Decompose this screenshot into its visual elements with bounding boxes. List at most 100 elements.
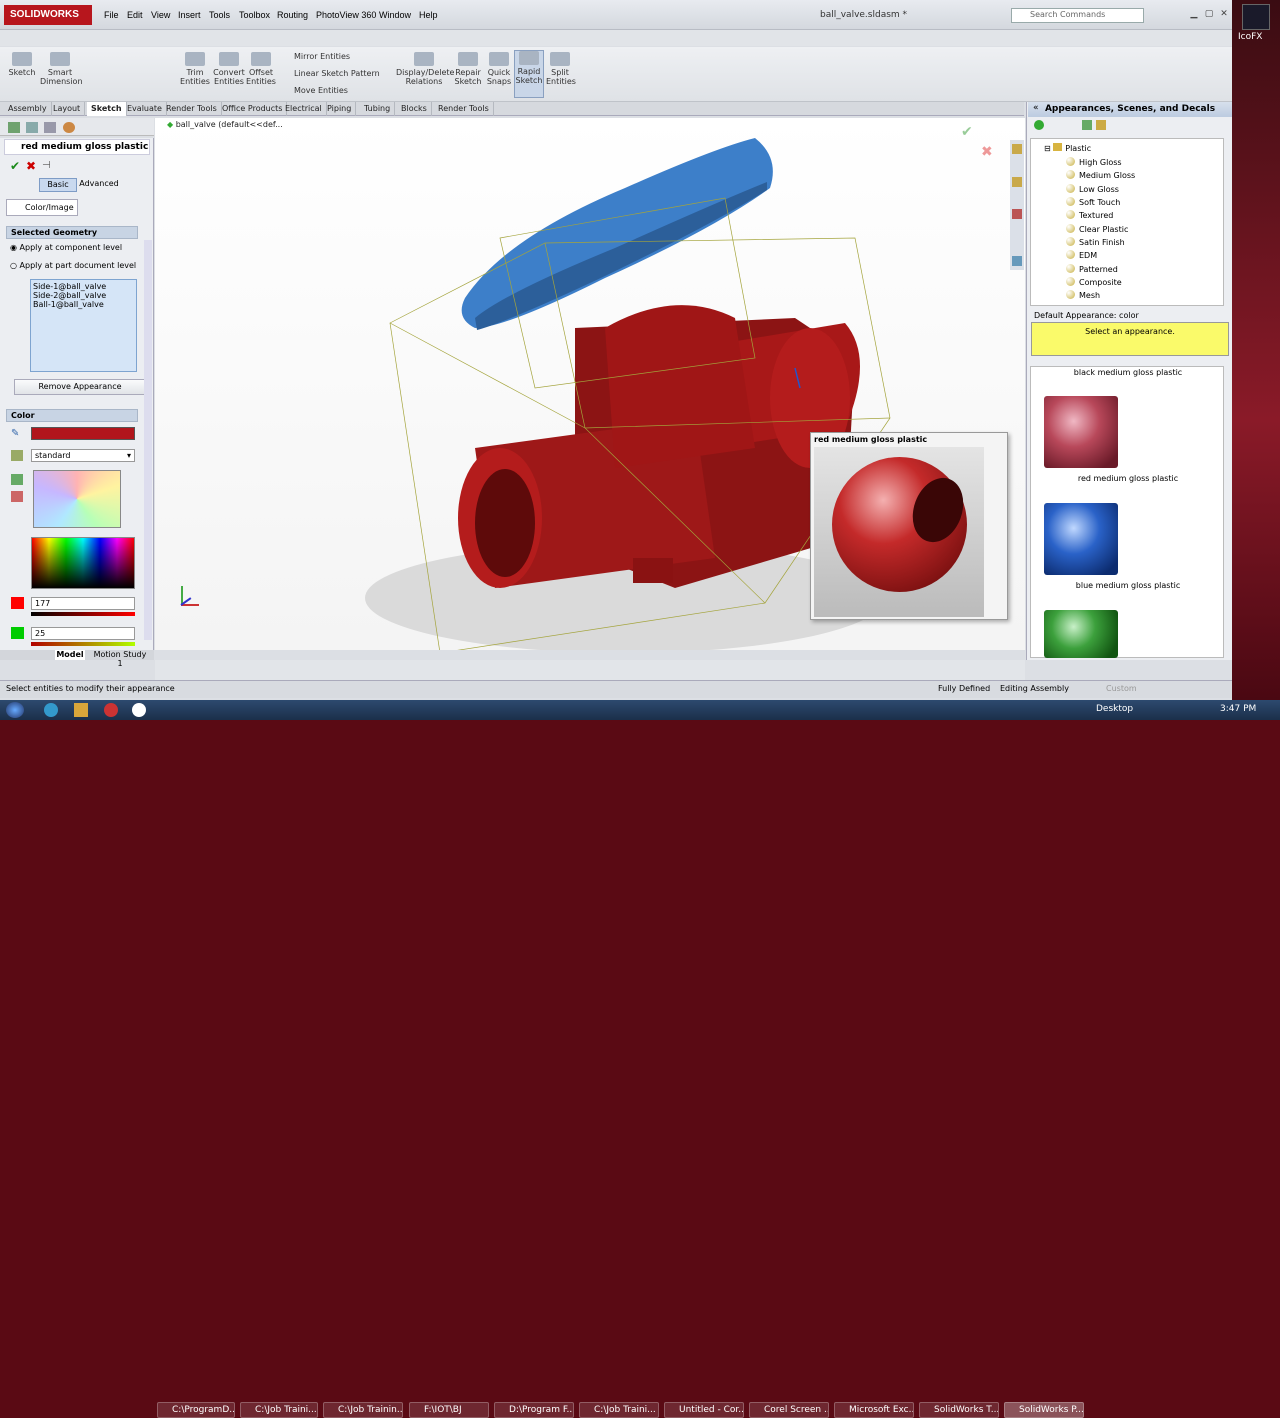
swatch-blue-medium-gloss[interactable] xyxy=(1044,503,1118,575)
add-folder-icon[interactable] xyxy=(1096,120,1106,130)
red-slider[interactable] xyxy=(31,612,135,616)
tab-motion-study[interactable]: Motion Study 1 xyxy=(90,650,150,668)
refresh-icon[interactable] xyxy=(1034,120,1044,130)
color-swatch[interactable] xyxy=(31,427,135,440)
remove-appearance-button[interactable]: Remove Appearance xyxy=(14,379,146,395)
swatch-green-medium-gloss[interactable] xyxy=(1044,610,1118,658)
menu-photoview[interactable]: PhotoView 360 xyxy=(316,10,376,20)
green-value-field[interactable]: 25 xyxy=(31,627,135,640)
tree-item-soft-touch[interactable]: Soft Touch xyxy=(1066,197,1120,210)
tab-render-tools[interactable]: Render Tools xyxy=(162,102,222,116)
configuration-icon[interactable] xyxy=(44,122,56,133)
list-item[interactable]: Ball-1@ball_valve xyxy=(33,300,134,309)
tab-model[interactable]: Model xyxy=(55,650,85,660)
color-spectrum[interactable] xyxy=(31,537,135,589)
taskbar-item[interactable]: F:\IOT\BJ xyxy=(409,1402,489,1418)
chrome-icon[interactable] xyxy=(132,703,146,717)
home-icon[interactable] xyxy=(1012,144,1022,154)
taskbar-item[interactable]: Microsoft Exc... xyxy=(834,1402,914,1418)
taskbar-item[interactable]: C:\Job Traini... xyxy=(579,1402,659,1418)
property-manager-icon[interactable] xyxy=(26,122,38,133)
tab-electrical[interactable]: Electrical xyxy=(281,102,327,116)
tree-item-low-gloss[interactable]: Low Gloss xyxy=(1066,184,1119,197)
split-entities-button[interactable]: Split Entities xyxy=(546,52,576,86)
maximize-icon[interactable]: ▢ xyxy=(1203,9,1215,19)
color-image-tab[interactable]: Color/Image xyxy=(6,199,78,216)
tree-item-composite[interactable]: Composite xyxy=(1066,277,1122,290)
panel-scrollbar[interactable] xyxy=(144,240,152,640)
smart-dimension-button[interactable]: Smart Dimension xyxy=(40,52,83,86)
tree-item-mesh[interactable]: Mesh xyxy=(1066,290,1100,303)
basic-tab[interactable]: Basic xyxy=(39,178,77,192)
eyedropper-icon[interactable]: ✎ xyxy=(11,428,19,439)
feature-tree-icon[interactable] xyxy=(8,122,20,133)
pin-icon[interactable]: ⊣ xyxy=(42,160,51,171)
units-dropdown[interactable]: Custom xyxy=(1106,684,1137,693)
color-palette-grid[interactable] xyxy=(33,470,121,528)
advanced-tab[interactable]: Advanced xyxy=(78,178,120,192)
tab-piping[interactable]: Piping xyxy=(323,102,357,116)
menu-view[interactable]: View xyxy=(151,10,170,20)
color-mode-icon[interactable] xyxy=(11,450,23,461)
offset-entities-button[interactable]: Offset Entities xyxy=(246,52,276,86)
search-input[interactable]: Search Commands xyxy=(1011,8,1144,23)
linear-pattern-button[interactable]: Linear Sketch Pattern xyxy=(280,69,380,78)
color-header[interactable]: Color xyxy=(6,409,138,422)
ie-icon[interactable] xyxy=(44,703,58,717)
taskbar-item[interactable]: D:\Program F... xyxy=(494,1402,574,1418)
tree-item-patterned[interactable]: Patterned xyxy=(1066,264,1118,277)
apply-part-radio[interactable]: ○ Apply at part document level xyxy=(10,261,136,270)
tree-item-high-gloss[interactable]: High Gloss xyxy=(1066,157,1122,170)
media-player-icon[interactable] xyxy=(104,703,118,717)
cancel-icon[interactable]: ✖ xyxy=(26,159,36,173)
move-entities-button[interactable]: Move Entities xyxy=(280,86,380,95)
tree-item-textured[interactable]: Textured xyxy=(1066,210,1113,223)
minimize-icon[interactable]: ▁ xyxy=(1188,9,1200,19)
green-slider[interactable] xyxy=(31,642,135,646)
tree-item-medium-gloss[interactable]: Medium Gloss xyxy=(1066,170,1135,183)
menu-window[interactable]: Window xyxy=(379,10,411,20)
taskbar-item[interactable]: Untitled - Cor... xyxy=(664,1402,744,1418)
icofx-icon[interactable] xyxy=(1242,4,1270,30)
selected-geometry-header[interactable]: Selected Geometry xyxy=(6,226,138,239)
tree-node-plastic[interactable]: ⊟ Plastic xyxy=(1044,143,1091,153)
apply-component-radio[interactable]: ◉ Apply at component level xyxy=(10,243,122,252)
display-relations-button[interactable]: Display/Delete Relations xyxy=(396,52,454,86)
list-item[interactable]: Side-1@ball_valve xyxy=(33,282,134,291)
add-to-favorites-icon[interactable] xyxy=(1082,120,1092,130)
menu-file[interactable]: File xyxy=(104,10,119,20)
tree-item-clear-plastic[interactable]: Clear Plastic xyxy=(1066,224,1128,237)
add-swatch-icon[interactable] xyxy=(11,474,23,485)
tab-render-tools-2[interactable]: Render Tools xyxy=(434,102,494,116)
desktop-toolbar[interactable]: Desktop xyxy=(1096,704,1133,714)
mirror-entities-button[interactable]: Mirror Entities xyxy=(280,52,380,61)
menu-toolbox[interactable]: Toolbox xyxy=(239,10,270,20)
quick-snaps-button[interactable]: Quick Snaps xyxy=(484,52,514,86)
valve-body[interactable] xyxy=(458,305,860,588)
list-item[interactable]: Side-2@ball_valve xyxy=(33,291,134,300)
tab-blocks[interactable]: Blocks xyxy=(397,102,432,116)
collapse-icon[interactable]: « xyxy=(1033,103,1039,113)
swatch-red-medium-gloss[interactable] xyxy=(1044,396,1118,468)
folder-icon[interactable] xyxy=(1012,177,1022,187)
menu-routing[interactable]: Routing xyxy=(277,10,308,20)
appearance-icon[interactable] xyxy=(63,122,75,133)
taskbar-item[interactable]: SolidWorks T... xyxy=(919,1402,999,1418)
close-icon[interactable]: ✕ xyxy=(1218,9,1230,19)
rapid-sketch-button[interactable]: Rapid Sketch xyxy=(514,50,544,98)
taskbar-item[interactable]: Corel Screen ... xyxy=(749,1402,829,1418)
menu-tools[interactable]: Tools xyxy=(209,10,230,20)
menu-edit[interactable]: Edit xyxy=(127,10,143,20)
confirm-cancel-icon[interactable]: ✖ xyxy=(981,144,993,160)
remove-swatch-icon[interactable] xyxy=(11,491,23,502)
color-mode-dropdown[interactable]: standard ▾ xyxy=(31,449,135,462)
start-button[interactable] xyxy=(6,702,24,718)
explorer-icon[interactable] xyxy=(74,703,88,717)
menu-insert[interactable]: Insert xyxy=(178,10,201,20)
tab-evaluate[interactable]: Evaluate xyxy=(123,102,167,116)
selected-geometry-list[interactable]: Side-1@ball_valve Side-2@ball_valve Ball… xyxy=(30,279,137,372)
confirm-check-icon[interactable]: ✔ xyxy=(961,124,973,140)
menu-help[interactable]: Help xyxy=(419,10,438,20)
custom-properties-icon[interactable] xyxy=(1012,256,1022,266)
valve-handle[interactable] xyxy=(461,138,773,330)
